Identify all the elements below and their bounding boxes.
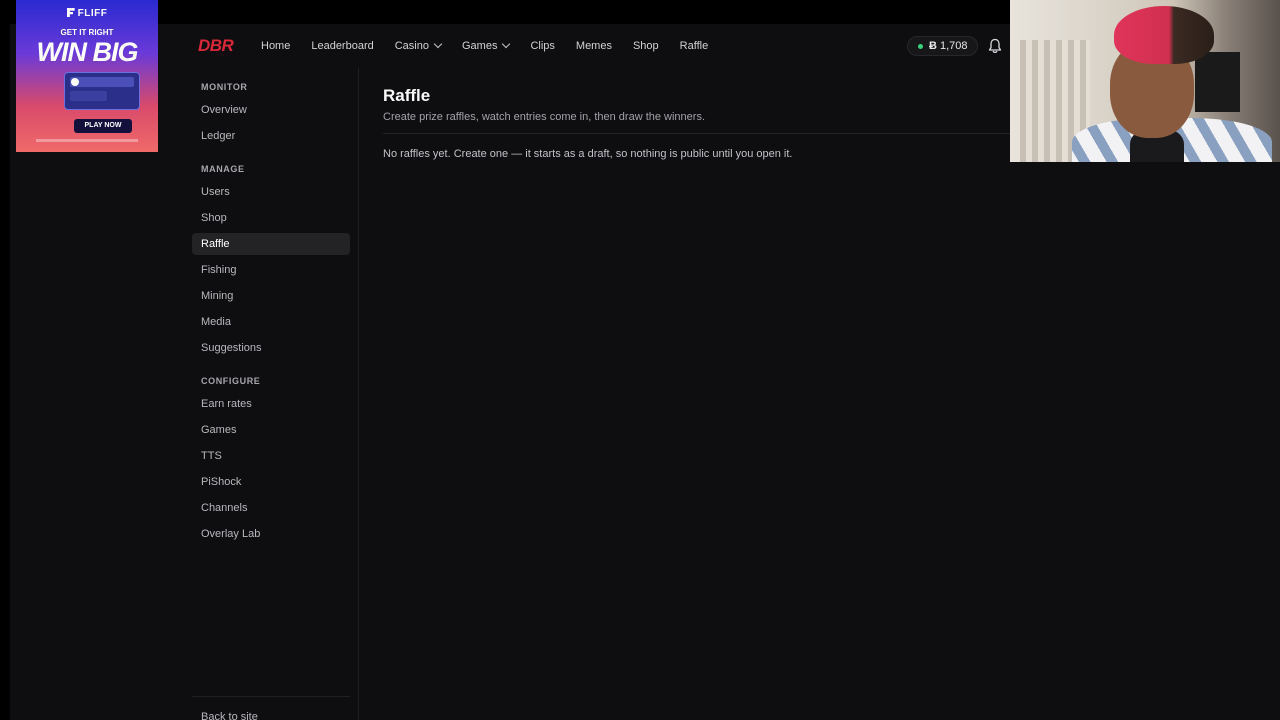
section-title-monitor: MONITOR: [201, 82, 248, 92]
webcam-feed: [1010, 0, 1280, 162]
nav-leaderboard[interactable]: Leaderboard: [311, 40, 373, 52]
ad-fine-print: [36, 139, 138, 142]
nav-links: Home Leaderboard Casino Games Clips Meme…: [261, 24, 729, 68]
ad-headline: WIN BIG: [36, 37, 139, 67]
nav-raffle[interactable]: Raffle: [680, 40, 709, 52]
sidebar-item-overview[interactable]: Overview: [192, 99, 350, 121]
sidebar-item-tts[interactable]: TTS: [192, 445, 350, 467]
ad-tagline: GET IT RIGHT: [60, 28, 114, 37]
sidebar-divider: [192, 696, 350, 697]
admin-app: DBR Home Leaderboard Casino Games Clips …: [160, 24, 1010, 720]
page-title: Raffle: [383, 86, 431, 105]
sidebar-item-media[interactable]: Media: [192, 311, 350, 333]
admin-sidebar: MONITOR Overview Ledger MANAGE Users Sho…: [192, 68, 350, 720]
sponsor-ad[interactable]: FLIFF GET IT RIGHT WIN BIG PLAY NOW: [16, 0, 158, 152]
empty-state-message: No raffles yet. Create one — it starts a…: [383, 148, 793, 160]
ad-brand: FLIFF: [16, 8, 158, 19]
nav-games[interactable]: Games: [462, 39, 511, 52]
nav-clips[interactable]: Clips: [530, 40, 554, 52]
header-divider: [383, 133, 1010, 134]
sidebar-item-fishing[interactable]: Fishing: [192, 259, 350, 281]
sidebar-item-overlay-lab[interactable]: Overlay Lab: [192, 523, 350, 545]
sidebar-item-shop[interactable]: Shop: [192, 207, 350, 229]
sidebar-item-suggestions[interactable]: Suggestions: [192, 337, 350, 359]
section-title-manage: MANAGE: [201, 164, 245, 174]
sidebar-item-games[interactable]: Games: [192, 419, 350, 441]
sidebar-item-users[interactable]: Users: [192, 181, 350, 203]
currency-icon: Ƀ: [929, 40, 937, 52]
sidebar-border: [358, 68, 359, 720]
nav-casino[interactable]: Casino: [395, 39, 443, 52]
sidebar-item-earn-rates[interactable]: Earn rates: [192, 393, 350, 415]
ad-brand-name: FLIFF: [77, 8, 108, 19]
sidebar-item-ledger[interactable]: Ledger: [192, 125, 350, 147]
chevron-down-icon: [433, 39, 443, 49]
nav-shop[interactable]: Shop: [633, 40, 659, 52]
sidebar-item-pishock[interactable]: PiShock: [192, 471, 350, 493]
stream-left-bar: [0, 0, 10, 720]
nav-home[interactable]: Home: [261, 40, 290, 52]
balance-value: 1,708: [939, 40, 968, 52]
ad-phone-card: [64, 72, 140, 110]
ad-play-now-button[interactable]: PLAY NOW: [74, 119, 132, 133]
chevron-down-icon: [502, 39, 511, 49]
sidebar-item-mining[interactable]: Mining: [192, 285, 350, 307]
nav-memes[interactable]: Memes: [576, 40, 612, 52]
sidebar-item-raffle[interactable]: Raffle: [192, 233, 350, 255]
balance-badge[interactable]: Ƀ 1,708: [907, 36, 979, 56]
back-to-site-link[interactable]: Back to site: [201, 711, 258, 720]
sidebar-item-channels[interactable]: Channels: [192, 497, 350, 519]
fliff-logo-icon: [66, 8, 75, 17]
bell-icon[interactable]: [988, 38, 1002, 54]
ad-ball-icon: [71, 78, 79, 86]
online-status-dot: [918, 43, 923, 49]
site-logo[interactable]: DBR: [198, 36, 234, 56]
top-navigation: DBR Home Leaderboard Casino Games Clips …: [160, 24, 1010, 68]
section-title-configure: CONFIGURE: [201, 376, 261, 386]
page-subtitle: Create prize raffles, watch entries come…: [383, 111, 706, 123]
